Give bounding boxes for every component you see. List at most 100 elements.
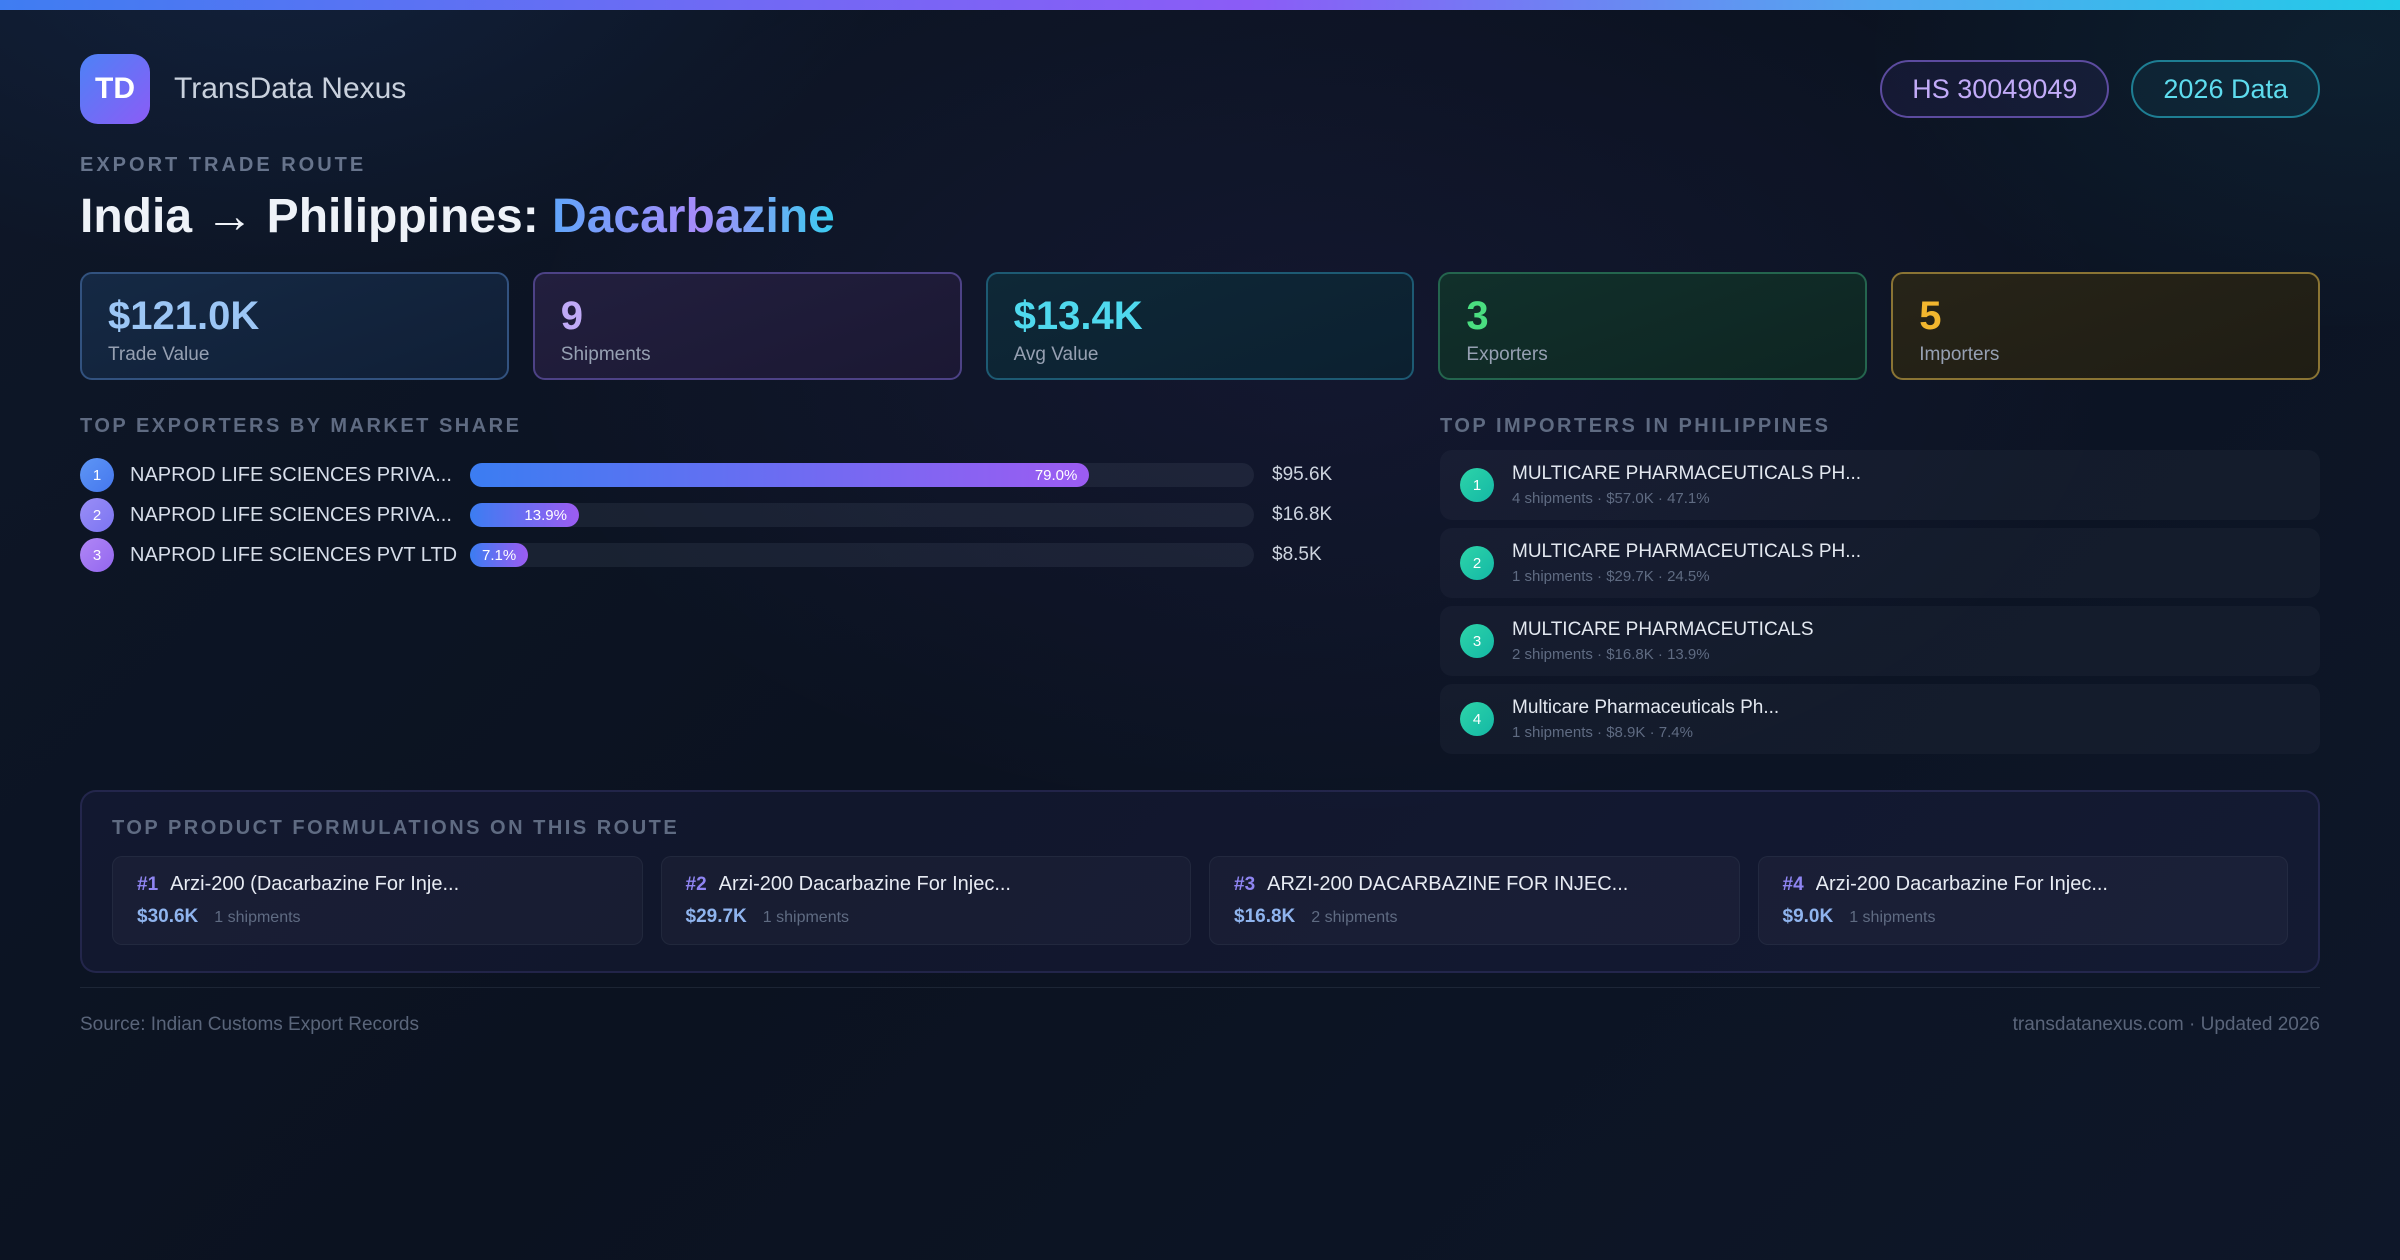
exporters-heading: TOP EXPORTERS BY MARKET SHARE: [80, 415, 522, 438]
hs-code-badge[interactable]: HS 30049049: [1880, 60, 2110, 118]
product-value: $16.8K: [1234, 906, 1296, 928]
footer-source: Source: Indian Customs Export Records: [80, 1014, 419, 1036]
page-title: India → Philippines: Dacarbazine: [80, 189, 2320, 244]
market-share-bar-track: 79.0%: [470, 463, 1254, 488]
product-title-line: #2 Arzi-200 Dacarbazine For Injec...: [686, 873, 1167, 896]
stat-value: $13.4K: [1013, 294, 1143, 339]
importer-meta: 4 shipments · $57.0K · 47.1%: [1512, 490, 1710, 508]
footer-site: transdatanexus.com · Updated 2026: [2012, 1014, 2320, 1036]
product-name: ARZI-200 DACARBAZINE FOR INJEC...: [1267, 873, 1629, 896]
exporter-row[interactable]: 2 NAPROD LIFE SCIENCES PRIVA... 13.9% $1…: [80, 498, 1360, 533]
stat-label: Exporters: [1466, 344, 1548, 366]
product-card[interactable]: #2 Arzi-200 Dacarbazine For Injec... $29…: [660, 856, 1191, 946]
product-rank: #4: [1782, 874, 1804, 896]
market-share-percent: 7.1%: [482, 546, 517, 564]
importer-info: MULTICARE PHARMACEUTICALS 2 shipments · …: [1512, 619, 1814, 663]
page-container: TD TransData Nexus HS 30049049 2026 Data…: [0, 54, 2400, 1036]
header-badges: HS 30049049 2026 Data: [1880, 60, 2320, 118]
importer-info: MULTICARE PHARMACEUTICALS PH... 4 shipme…: [1512, 463, 1861, 507]
products-heading: TOP PRODUCT FORMULATIONS ON THIS ROUTE: [112, 817, 680, 840]
exporter-name: NAPROD LIFE SCIENCES PVT LTD: [130, 543, 458, 566]
top-accent-bar: [0, 0, 2400, 10]
product-shipments: 1 shipments: [1849, 909, 1936, 927]
importers-heading: TOP IMPORTERS IN PHILIPPINES: [1440, 415, 1831, 438]
product-value: $9.0K: [1782, 906, 1834, 928]
importer-card[interactable]: 3 MULTICARE PHARMACEUTICALS 2 shipments …: [1440, 606, 2320, 677]
importer-card[interactable]: 2 MULTICARE PHARMACEUTICALS PH... 1 ship…: [1440, 528, 2320, 599]
product-meta-line: $30.6K 1 shipments: [137, 906, 618, 928]
product-value: $30.6K: [137, 906, 199, 928]
exporters-list: 1 NAPROD LIFE SCIENCES PRIVA... 79.0% $9…: [80, 458, 1360, 573]
product-shipments: 2 shipments: [1311, 909, 1398, 927]
exporter-value: $16.8K: [1272, 504, 1333, 526]
rank-badge: 2: [1460, 546, 1494, 581]
product-rank: #3: [1234, 874, 1256, 896]
eyebrow-label: EXPORT TRADE ROUTE: [80, 154, 367, 176]
stat-label: Trade Value: [108, 344, 210, 366]
header: TD TransData Nexus HS 30049049 2026 Data: [80, 54, 2320, 124]
exporter-row[interactable]: 3 NAPROD LIFE SCIENCES PVT LTD 7.1% $8.5…: [80, 538, 1360, 573]
product-value: $29.7K: [685, 906, 747, 928]
product-name: Arzi-200 Dacarbazine For Injec...: [1815, 873, 2108, 896]
product-shipments: 1 shipments: [214, 909, 301, 927]
product-rank: #2: [685, 874, 707, 896]
importers-list: 1 MULTICARE PHARMACEUTICALS PH... 4 ship…: [1440, 450, 2320, 755]
market-share-bar-track: 13.9%: [470, 503, 1254, 528]
product-card[interactable]: #1 Arzi-200 (Dacarbazine For Inje... $30…: [112, 856, 643, 946]
stat-label: Avg Value: [1013, 344, 1099, 366]
content-columns: TOP EXPORTERS BY MARKET SHARE 1 NAPROD L…: [80, 416, 2320, 762]
importer-name: Multicare Pharmaceuticals Ph...: [1512, 697, 1780, 719]
brand: TD TransData Nexus: [80, 54, 406, 124]
importer-meta: 2 shipments · $16.8K · 13.9%: [1512, 646, 1710, 664]
product-title-line: #3 ARZI-200 DACARBAZINE FOR INJEC...: [1234, 873, 1715, 896]
product-shipments: 1 shipments: [762, 909, 850, 927]
market-share-percent: 13.9%: [524, 506, 567, 524]
importer-name: MULTICARE PHARMACEUTICALS PH...: [1512, 541, 1862, 563]
stat-value: 5: [1919, 294, 1942, 339]
stat-card-shipments: 9 Shipments: [532, 272, 962, 381]
market-share-bar-fill: 13.9%: [470, 503, 579, 528]
importers-section: TOP IMPORTERS IN PHILIPPINES 1 MULTICARE…: [1440, 416, 2320, 762]
app-logo: TD: [80, 54, 150, 124]
product-name-text: Dacarbazine: [552, 190, 835, 243]
rank-badge: 1: [80, 458, 114, 493]
product-meta-line: $29.7K 1 shipments: [686, 906, 1167, 928]
rank-badge: 3: [80, 538, 114, 573]
app-title: TransData Nexus: [174, 72, 407, 105]
product-card[interactable]: #4 Arzi-200 Dacarbazine For Injec... $9.…: [1757, 856, 2288, 946]
route-text: India → Philippines:: [80, 190, 539, 243]
stat-label: Shipments: [560, 344, 651, 366]
importer-meta: 1 shipments · $29.7K · 24.5%: [1512, 568, 1710, 586]
product-card[interactable]: #3 ARZI-200 DACARBAZINE FOR INJEC... $16…: [1209, 856, 1740, 946]
exporter-value: $95.6K: [1272, 464, 1333, 486]
rank-badge: 2: [80, 498, 114, 533]
exporter-value: $8.5K: [1272, 544, 1322, 566]
product-name: Arzi-200 Dacarbazine For Injec...: [718, 873, 1011, 896]
product-rank: #1: [137, 874, 159, 896]
year-data-badge[interactable]: 2026 Data: [2131, 60, 2320, 118]
product-name: Arzi-200 (Dacarbazine For Inje...: [170, 873, 460, 896]
stat-card-exporters: 3 Exporters: [1438, 272, 1868, 381]
stat-value: $121.0K: [108, 294, 260, 339]
importer-card[interactable]: 1 MULTICARE PHARMACEUTICALS PH... 4 ship…: [1440, 450, 2320, 521]
product-meta-line: $16.8K 2 shipments: [1234, 906, 1715, 928]
rank-badge: 4: [1460, 702, 1494, 737]
stat-label: Importers: [1919, 344, 2000, 366]
importer-info: Multicare Pharmaceuticals Ph... 1 shipme…: [1512, 697, 1779, 741]
products-panel: TOP PRODUCT FORMULATIONS ON THIS ROUTE #…: [80, 790, 2320, 974]
products-list: #1 Arzi-200 (Dacarbazine For Inje... $30…: [112, 856, 2288, 946]
importer-name: MULTICARE PHARMACEUTICALS PH...: [1512, 463, 1862, 485]
footer: Source: Indian Customs Export Records tr…: [80, 987, 2320, 1036]
stats-row: $121.0K Trade Value 9 Shipments $13.4K A…: [80, 272, 2320, 381]
market-share-bar-fill: 7.1%: [470, 543, 529, 568]
stat-card-avg-value: $13.4K Avg Value: [985, 272, 1415, 381]
stat-card-trade-value: $121.0K Trade Value: [80, 272, 509, 381]
exporter-name: NAPROD LIFE SCIENCES PRIVA...: [130, 503, 452, 526]
product-title-line: #1 Arzi-200 (Dacarbazine For Inje...: [137, 873, 618, 896]
exporter-row[interactable]: 1 NAPROD LIFE SCIENCES PRIVA... 79.0% $9…: [80, 458, 1360, 493]
stat-value: 3: [1466, 294, 1489, 339]
exporters-section: TOP EXPORTERS BY MARKET SHARE 1 NAPROD L…: [80, 416, 1360, 762]
stat-card-importers: 5 Importers: [1891, 272, 2320, 381]
product-title-line: #4 Arzi-200 Dacarbazine For Injec...: [1783, 873, 2264, 896]
importer-card[interactable]: 4 Multicare Pharmaceuticals Ph... 1 ship…: [1440, 684, 2320, 755]
